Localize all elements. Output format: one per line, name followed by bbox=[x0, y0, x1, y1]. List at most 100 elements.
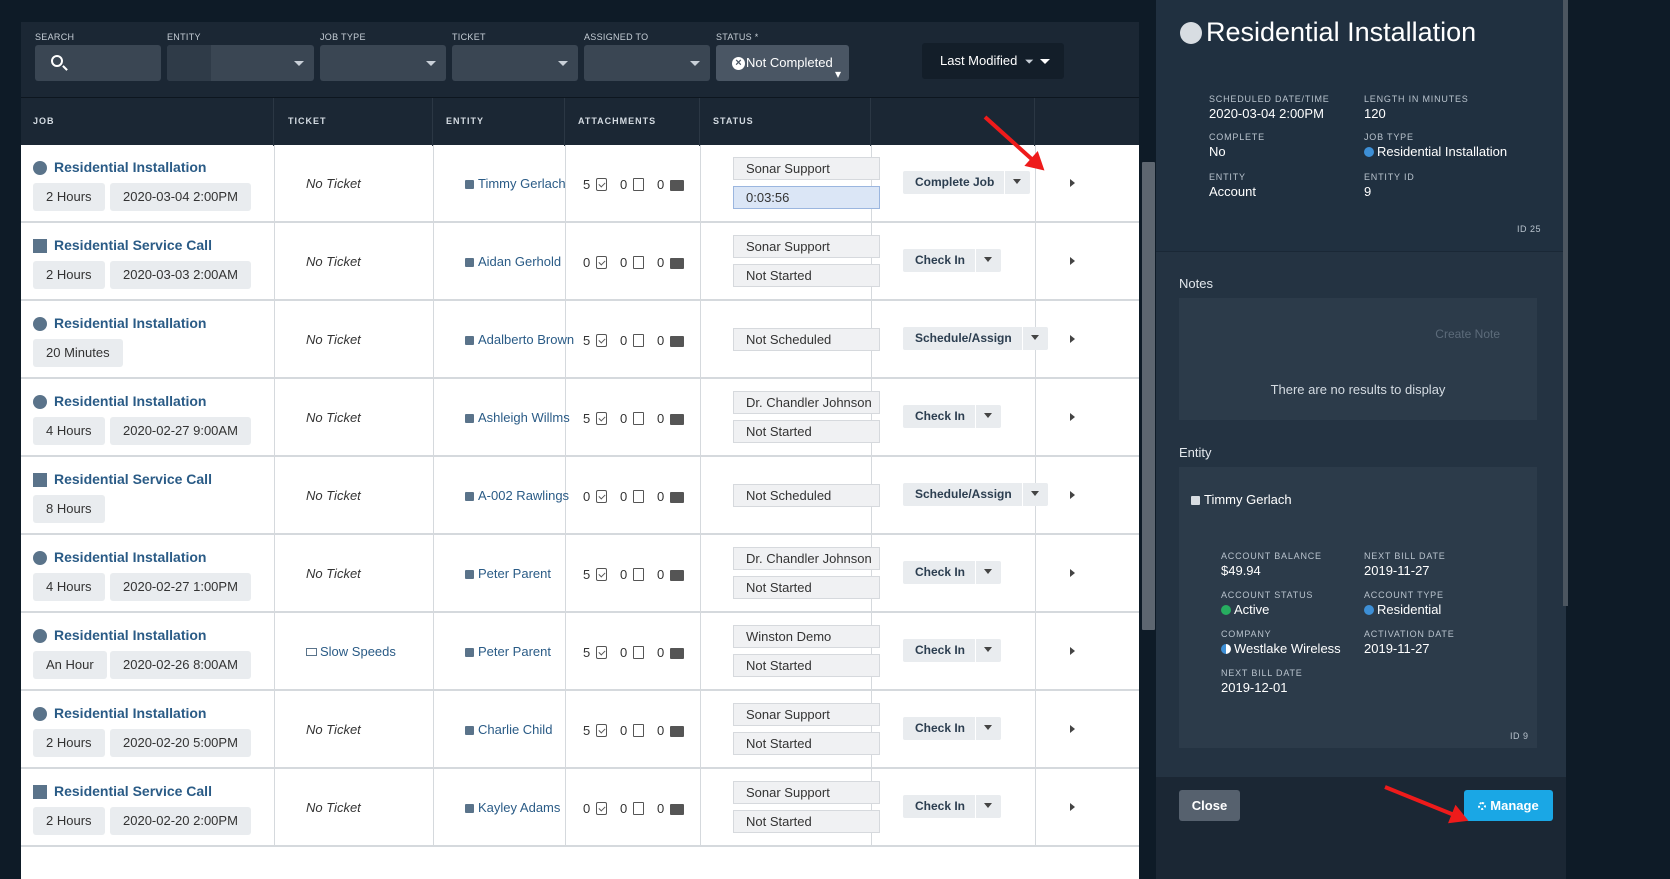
entity-type-segment[interactable] bbox=[167, 45, 211, 81]
entity-link[interactable]: Ashleigh Willms bbox=[465, 410, 570, 425]
company-value: Westlake Wireless bbox=[1221, 641, 1341, 656]
chevron-down-icon[interactable] bbox=[984, 647, 993, 652]
folder-count-value: 0 bbox=[657, 567, 665, 582]
search-input[interactable] bbox=[35, 45, 161, 81]
chevron-down-icon: ▾ bbox=[834, 67, 841, 81]
length-field: LENGTH IN MINUTES 120 bbox=[1364, 94, 1469, 121]
entity-card-name[interactable]: Timmy Gerlach bbox=[1191, 492, 1292, 507]
row-action-button[interactable]: Check In bbox=[903, 405, 1002, 428]
column-header-entity[interactable]: ENTITY bbox=[446, 116, 484, 126]
row-action-button[interactable]: Check In bbox=[903, 639, 1002, 662]
expand-row-icon[interactable] bbox=[1070, 179, 1075, 187]
column-divider bbox=[433, 457, 434, 535]
entity-link[interactable]: Timmy Gerlach bbox=[465, 176, 566, 191]
chevron-down-icon[interactable] bbox=[1030, 335, 1039, 340]
account-icon bbox=[465, 804, 474, 813]
table-row[interactable]: Residential Service Call 8 Hours No Ticket… bbox=[21, 457, 1139, 535]
table-row[interactable]: Residential Installation 2 Hours 2020-03-0… bbox=[21, 145, 1139, 223]
create-note-button[interactable]: Create Note bbox=[1435, 327, 1500, 341]
entity-link[interactable]: Kayley Adams bbox=[465, 800, 560, 815]
column-header-attachments[interactable]: ATTACHMENTS bbox=[578, 116, 656, 126]
file-count-value: 0 bbox=[620, 645, 628, 660]
row-action-button[interactable]: Check In bbox=[903, 795, 1002, 818]
row-action-button[interactable]: Check In bbox=[903, 717, 1002, 740]
table-row[interactable]: Residential Service Call 2 Hours 2020-03-0… bbox=[21, 223, 1139, 301]
entity-link[interactable]: A-002 Rawlings bbox=[465, 488, 569, 503]
expand-row-icon[interactable] bbox=[1070, 413, 1075, 421]
document-icon bbox=[633, 490, 645, 503]
ticket-link[interactable]: Slow Speeds bbox=[306, 644, 396, 659]
document-icon bbox=[633, 568, 645, 581]
table-row[interactable]: Residential Installation 2 Hours 2020-02-2… bbox=[21, 691, 1139, 769]
folder-icon bbox=[670, 492, 685, 503]
length-label: LENGTH IN MINUTES bbox=[1364, 94, 1469, 104]
job-title-link[interactable]: Residential Installation bbox=[54, 315, 206, 331]
job-title-link[interactable]: Residential Installation bbox=[54, 705, 206, 721]
row-action-button[interactable]: Complete Job bbox=[903, 171, 1031, 194]
entity-link[interactable]: Peter Parent bbox=[465, 644, 551, 659]
column-header-status[interactable]: STATUS bbox=[713, 116, 754, 126]
expand-row-icon[interactable] bbox=[1070, 335, 1075, 343]
job-title-link[interactable]: Residential Service Call bbox=[54, 237, 212, 253]
table-row[interactable]: Residential Installation 20 Minutes No Tic… bbox=[21, 301, 1139, 379]
chevron-down-icon[interactable] bbox=[984, 803, 993, 808]
table-row[interactable]: Residential Service Call 2 Hours 2020-02-2… bbox=[21, 769, 1139, 847]
job-type-select[interactable] bbox=[320, 45, 446, 81]
folder-count: 0 bbox=[657, 411, 685, 426]
chevron-down-icon[interactable] bbox=[1013, 179, 1022, 184]
job-title-link[interactable]: Residential Installation bbox=[54, 159, 206, 175]
chevron-down-icon bbox=[690, 61, 700, 66]
column-divider bbox=[700, 691, 701, 769]
job-title-link[interactable]: Residential Service Call bbox=[54, 471, 212, 487]
ticket-select[interactable] bbox=[452, 45, 578, 81]
table-row[interactable]: Residential Installation 4 Hours 2020-02-2… bbox=[21, 535, 1139, 613]
sort-button[interactable]: Last Modified ⏷ bbox=[922, 43, 1064, 79]
chevron-down-icon[interactable] bbox=[984, 257, 993, 262]
remove-chip-icon[interactable]: × bbox=[732, 57, 745, 70]
manage-button[interactable]: Manage bbox=[1464, 790, 1553, 821]
expand-row-icon[interactable] bbox=[1070, 647, 1075, 655]
job-title-link[interactable]: Residential Installation bbox=[54, 393, 206, 409]
job-title-link[interactable]: Residential Installation bbox=[54, 627, 206, 643]
row-action-button[interactable]: Check In bbox=[903, 249, 1002, 272]
table-row[interactable]: Residential Installation 4 Hours 2020-02-2… bbox=[21, 379, 1139, 457]
table-row[interactable]: Residential Installation An Hour 2020-02-2… bbox=[21, 613, 1139, 691]
entity-link[interactable]: Aidan Gerhold bbox=[465, 254, 561, 269]
expand-row-icon[interactable] bbox=[1070, 491, 1075, 499]
expand-row-icon[interactable] bbox=[1070, 725, 1075, 733]
column-divider bbox=[1035, 535, 1036, 613]
entity-select[interactable] bbox=[167, 45, 314, 81]
chevron-down-icon[interactable] bbox=[1030, 491, 1039, 496]
chevron-down-icon[interactable] bbox=[984, 569, 993, 574]
expand-row-icon[interactable] bbox=[1070, 803, 1075, 811]
job-type-icon bbox=[33, 629, 47, 643]
column-divider bbox=[433, 535, 434, 613]
assigned-select[interactable] bbox=[584, 45, 710, 81]
row-action-button[interactable]: Schedule/Assign bbox=[903, 327, 1048, 350]
task-count-value: 5 bbox=[583, 333, 591, 348]
expand-row-icon[interactable] bbox=[1070, 257, 1075, 265]
entity-link[interactable]: Peter Parent bbox=[465, 566, 551, 581]
entity-id-field: ENTITY ID 9 bbox=[1364, 172, 1415, 199]
entity-link[interactable]: Charlie Child bbox=[465, 722, 552, 737]
detail-scrollbar[interactable] bbox=[1563, 0, 1568, 606]
close-button[interactable]: Close bbox=[1179, 790, 1240, 821]
column-header-job[interactable]: JOB bbox=[33, 116, 55, 126]
ticket-text: No Ticket bbox=[306, 566, 361, 581]
job-title-link[interactable]: Residential Service Call bbox=[54, 783, 212, 799]
job-title-link[interactable]: Residential Installation bbox=[54, 549, 206, 565]
chevron-down-icon[interactable] bbox=[984, 725, 993, 730]
chevron-down-icon[interactable] bbox=[984, 413, 993, 418]
column-header-ticket[interactable]: TICKET bbox=[288, 116, 327, 126]
status-select[interactable]: × Not Completed ▾ bbox=[716, 45, 849, 81]
scrollbar-thumb[interactable] bbox=[1142, 162, 1155, 630]
row-action-label: Check In bbox=[915, 253, 966, 267]
status-chip[interactable]: × Not Completed ▾ bbox=[716, 45, 849, 81]
row-action-button[interactable]: Check In bbox=[903, 561, 1002, 584]
entity-link[interactable]: Adalberto Brown bbox=[465, 332, 574, 347]
scheduled-field: SCHEDULED DATE/TIME 2020-03-04 2:00PM bbox=[1209, 94, 1330, 121]
expand-row-icon[interactable] bbox=[1070, 569, 1075, 577]
entity-link-text: Peter Parent bbox=[478, 644, 551, 659]
row-action-button[interactable]: Schedule/Assign bbox=[903, 483, 1048, 506]
account-icon bbox=[465, 414, 474, 423]
